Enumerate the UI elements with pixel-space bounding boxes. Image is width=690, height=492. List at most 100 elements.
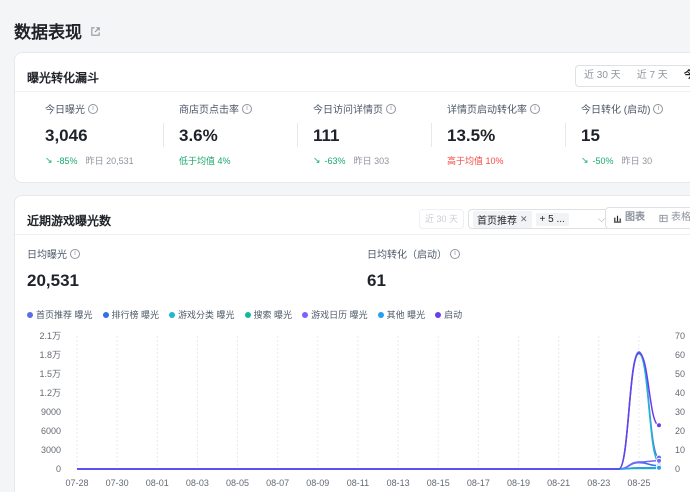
metric-separator <box>565 123 566 147</box>
info-icon[interactable]: i <box>242 103 252 114</box>
series-line <box>76 352 660 470</box>
arrow-down-icon: ↘ <box>45 155 53 165</box>
legend-dot <box>435 311 442 318</box>
avg-exposure-value: 20,531 <box>27 271 79 290</box>
y-right-tick-label: 0 <box>675 464 680 474</box>
metric-value: 3.6% <box>179 126 218 145</box>
page-header: 数据表现 <box>14 18 101 43</box>
series-line <box>76 460 660 470</box>
legend-dot <box>302 311 309 318</box>
series-line <box>76 352 660 470</box>
x-tick-label: 08-07 <box>266 478 289 488</box>
range-30d[interactable]: 近 30 天 <box>576 66 629 86</box>
metric-separator <box>163 123 164 147</box>
metric-delta: -50% <box>592 155 614 166</box>
y-right-tick-label: 70 <box>675 331 685 341</box>
legend-label: 首页推荐 曝光 <box>36 310 93 320</box>
view-toggle: 图表 表格 <box>605 207 690 229</box>
avg-exposure-label: 日均曝光 <box>27 250 67 261</box>
view-table-button[interactable]: 表格 <box>652 208 690 228</box>
y-right-tick-label: 40 <box>675 388 685 398</box>
x-tick-label: 08-01 <box>146 478 169 488</box>
y-left-tick-label: 3000 <box>41 445 61 455</box>
legend-item[interactable]: 游戏分类 曝光 <box>169 308 235 321</box>
metric-separator <box>431 123 432 147</box>
range-7d[interactable]: 近 7 天 <box>629 66 676 86</box>
x-tick-label: 08-15 <box>427 478 450 488</box>
external-link-icon[interactable] <box>90 26 101 37</box>
y-right-tick-label: 30 <box>675 407 685 417</box>
metric-value: 3,046 <box>45 126 88 145</box>
filter-tag-label: 首页推荐 <box>477 215 517 227</box>
metric-card: 商店页点击率 i 3.6% 低于均值 4% <box>179 101 309 167</box>
filter-more-tag: + 5 ... <box>535 212 569 226</box>
metric-card: 今日访问详情页 i 111 ↘ -63% 昨日 303 <box>313 101 443 167</box>
legend-label: 搜索 曝光 <box>253 310 293 320</box>
range-today[interactable]: 今日 <box>676 66 690 86</box>
x-tick-label: 08-23 <box>587 478 610 488</box>
close-icon[interactable]: ✕ <box>520 214 528 225</box>
x-tick-label: 08-11 <box>347 478 369 488</box>
avg-conversion-value: 61 <box>367 271 386 290</box>
metric-sub: 高于均值 10% <box>447 154 577 167</box>
series-end-point[interactable] <box>656 464 662 471</box>
exposure-title: 近期游戏曝光数 <box>27 214 112 228</box>
info-icon[interactable]: i <box>88 103 98 114</box>
y-left-tick-label: 0 <box>56 464 61 474</box>
metric-sub: ↘ -50% 昨日 30 <box>581 154 690 167</box>
info-icon[interactable]: i <box>386 103 396 114</box>
exposure-line-chart: 0 3000 6000 9000 1.2万 1.5万 1.8万 2.1万 0 10 20 30 40 50… <box>39 331 685 488</box>
y-left-tick-label: 2.1万 <box>39 331 61 341</box>
exposure-card: 近期游戏曝光数 近 30 天 首页推荐 ✕ + 5 ... ⌵ 图表 表格 日均… <box>14 195 690 492</box>
metric-note: 低于均值 4% <box>179 156 231 166</box>
avg-conversion: 日均转化（启动） i 61 <box>367 246 460 291</box>
metric-value: 15 <box>581 126 600 145</box>
legend-item[interactable]: 首页推荐 曝光 <box>27 308 93 321</box>
x-tick-label: 08-17 <box>467 478 490 488</box>
series-end-point[interactable] <box>656 457 662 464</box>
info-icon[interactable]: i <box>653 103 664 114</box>
info-icon[interactable]: i <box>450 248 460 259</box>
filter-tag: 首页推荐 ✕ <box>473 210 532 228</box>
y-left-tick-label: 1.5万 <box>39 369 61 379</box>
metric-compare: 昨日 30 <box>621 156 653 166</box>
funnel-card: 曝光转化漏斗 近 30 天 近 7 天 今日 今日曝光i3,046↘-85%昨日… <box>14 52 690 183</box>
legend-item[interactable]: 其他 曝光 <box>377 308 425 321</box>
legend-dot <box>169 311 176 318</box>
legend-dot <box>377 311 384 318</box>
view-table-label: 表格 <box>671 212 690 223</box>
legend-item[interactable]: 启动 <box>435 308 462 321</box>
table-icon <box>659 214 668 222</box>
funnel-title: 曝光转化漏斗 <box>27 71 100 85</box>
metric-delta: -63% <box>324 155 346 166</box>
legend-label: 游戏分类 曝光 <box>178 310 235 320</box>
info-icon[interactable]: i <box>70 248 80 259</box>
series-line <box>76 461 660 470</box>
legend-label: 排行榜 曝光 <box>111 310 160 320</box>
x-tick-label: 08-25 <box>627 478 650 488</box>
exposure-source-filter[interactable]: 首页推荐 ✕ + 5 ... ⌵ <box>468 209 610 229</box>
y-right-tick-label: 10 <box>675 445 685 455</box>
y-left-tick-label: 6000 <box>41 426 61 436</box>
page-title: 数据表现 <box>14 23 82 42</box>
series-end-point[interactable] <box>656 422 662 429</box>
chevron-down-icon[interactable]: ⌵ <box>598 214 605 225</box>
legend-item[interactable]: 排行榜 曝光 <box>102 308 160 321</box>
metric-label: 详情页启动转化率 <box>447 105 527 116</box>
bar-chart-icon <box>613 215 622 223</box>
legend-dot <box>244 311 251 318</box>
view-chart-button[interactable]: 图表 <box>606 208 652 228</box>
funnel-range-selector: 近 30 天 近 7 天 今日 <box>575 65 690 87</box>
metric-label: 商店页点击率 <box>179 105 239 116</box>
legend-item[interactable]: 游戏日历 曝光 <box>302 308 368 321</box>
metric-card: 今日曝光 i 3,046 ↘ -85% 昨日 20,531 <box>45 101 175 167</box>
y-right-tick-label: 60 <box>675 350 685 360</box>
info-icon[interactable]: i <box>530 103 540 114</box>
chart-legend: 首页推荐 曝光 排行榜 曝光 游戏分类 曝光 搜索 曝光 游戏日历 曝光 其他 曝光 启动 <box>27 308 462 321</box>
y-left-tick-label: 1.8万 <box>39 350 61 360</box>
x-tick-label: 08-09 <box>306 478 329 488</box>
legend-item[interactable]: 搜索 曝光 <box>244 308 293 321</box>
metric-label: 今日转化 (启动) <box>581 105 651 116</box>
metric-value: 111 <box>313 126 340 145</box>
y-right-tick-label: 20 <box>675 426 685 436</box>
